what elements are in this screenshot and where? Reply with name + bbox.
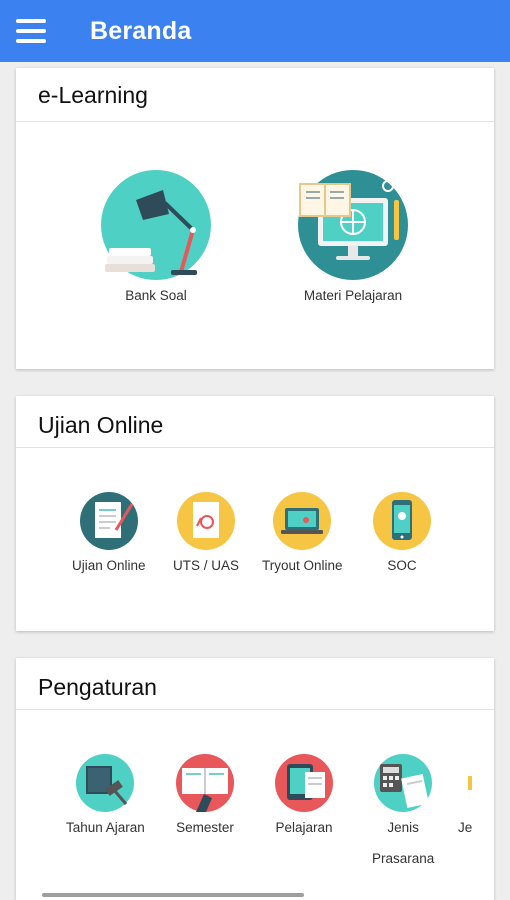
smartphone-icon: [373, 492, 431, 550]
partial-item-button[interactable]: Je: [456, 754, 494, 843]
tryout-online-label: Tryout Online: [262, 558, 343, 573]
bank-soal-button[interactable]: Bank Soal: [101, 170, 211, 311]
partial-icon: [468, 776, 472, 790]
monitor-book-icon: [298, 170, 408, 280]
tablet-document-icon: [275, 754, 333, 812]
card-title-pengaturan: Pengaturan: [16, 658, 494, 710]
ujian-online-button[interactable]: Ujian Online: [72, 492, 146, 581]
horizontal-scrollbar[interactable]: [42, 893, 304, 897]
card-title-ujian-online: Ujian Online: [16, 396, 494, 448]
jenis-prasarana-button[interactable]: Jenis Prasarana: [372, 754, 434, 874]
pelajaran-button[interactable]: Pelajaran: [275, 754, 333, 843]
page-title: Beranda: [90, 16, 192, 45]
laptop-icon: [273, 492, 332, 550]
ujian-online-card: Ujian Online Ujian Online UTS / UAS Tryo…: [16, 396, 494, 631]
open-book-hand-icon: [176, 754, 234, 812]
tahun-ajaran-button[interactable]: Tahun Ajaran: [66, 754, 145, 843]
tryout-online-button[interactable]: Tryout Online: [262, 492, 343, 581]
partial-item-label: Je: [458, 820, 473, 835]
gavel-book-icon: [76, 754, 135, 812]
card-title-elearning: e-Learning: [16, 68, 494, 122]
calculator-document-icon: [374, 754, 433, 812]
pelajaran-label: Pelajaran: [275, 820, 333, 835]
soc-button[interactable]: SOC: [373, 492, 431, 581]
graded-paper-icon: [177, 492, 235, 550]
materi-pelajaran-button[interactable]: Materi Pelajaran: [298, 170, 408, 311]
uts-uas-label: UTS / UAS: [173, 558, 240, 573]
elearning-card: e-Learning Bank Soal Materi Pelajaran: [16, 68, 494, 369]
bank-soal-label: Bank Soal: [125, 288, 187, 303]
tahun-ajaran-label: Tahun Ajaran: [66, 820, 145, 835]
exam-paper-icon: [79, 492, 138, 550]
jenis-label-line1: Jenis: [387, 820, 419, 835]
semester-label: Semester: [176, 820, 234, 835]
soc-label: SOC: [387, 558, 417, 573]
jenis-prasarana-label: Jenis Prasarana: [372, 812, 434, 874]
hamburger-menu-icon[interactable]: [0, 0, 62, 62]
pengaturan-card: Pengaturan Tahun Ajaran Semester Pelajar…: [16, 658, 494, 900]
semester-button[interactable]: Semester: [176, 754, 234, 843]
materi-pelajaran-label: Materi Pelajaran: [303, 288, 403, 303]
ujian-online-label: Ujian Online: [72, 558, 146, 573]
desk-lamp-books-icon: [101, 170, 211, 280]
uts-uas-button[interactable]: UTS / UAS: [173, 492, 239, 581]
app-bar: Beranda: [0, 0, 510, 62]
jenis-label-line2: Prasarana: [372, 851, 435, 866]
